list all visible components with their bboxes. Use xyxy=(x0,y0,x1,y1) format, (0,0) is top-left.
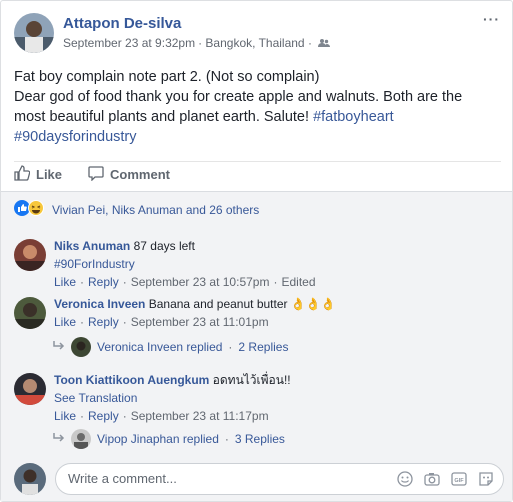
author-avatar[interactable] xyxy=(14,13,54,53)
reactions-names[interactable]: Vivian Pei, Niks Anuman and 26 others xyxy=(52,203,259,217)
comments-section: Vivian Pei, Niks Anuman and 26 others Ni… xyxy=(1,191,512,501)
comment-item: Veronica Inveen Banana and peanut butter… xyxy=(54,295,504,331)
comment-timestamp[interactable]: September 23 at 11:17pm xyxy=(131,407,269,425)
post-text-line1: Fat boy complain note part 2. (Not so co… xyxy=(14,69,320,85)
ok-hand-emoji: 👌👌👌 xyxy=(290,297,336,311)
like-button[interactable]: Like xyxy=(14,165,63,184)
sticker-icon[interactable] xyxy=(477,470,495,488)
comment-button[interactable]: Comment xyxy=(88,166,170,183)
comment-hashtag[interactable]: #90ForIndustry xyxy=(54,255,504,273)
post-card: Attapon De-silva September 23 at 9:32pm … xyxy=(0,0,513,502)
like-label: Like xyxy=(36,167,63,182)
replies-author[interactable]: Vipop Jinaphan replied xyxy=(97,432,219,446)
comment-input[interactable] xyxy=(68,471,368,486)
composer-icons: GIF xyxy=(396,470,495,488)
reply-arrow-icon xyxy=(53,340,65,354)
post-text: Fat boy complain note part 2. (Not so co… xyxy=(14,67,504,147)
reply-avatar xyxy=(71,429,91,449)
comment-body: Niks Anuman 87 days left xyxy=(54,237,504,255)
thumbs-up-icon xyxy=(14,165,31,184)
comment-author[interactable]: Toon Kiattikoon Auengkum xyxy=(54,373,209,387)
comment-icon xyxy=(88,165,104,184)
comment-text: อดทนไว้เพื่อน!! xyxy=(209,373,291,387)
haha-reaction-icon xyxy=(28,200,44,219)
friends-icon[interactable] xyxy=(317,38,330,48)
comment-like-link[interactable]: Like xyxy=(54,273,76,291)
hashtag-fatboyheart[interactable]: #fatboyheart xyxy=(313,109,394,125)
comment-author[interactable]: Veronica Inveen xyxy=(54,297,145,311)
comment-like-link[interactable]: Like xyxy=(54,313,76,331)
comment-composer[interactable]: GIF xyxy=(55,463,504,495)
comment-reply-link[interactable]: Reply xyxy=(88,313,119,331)
comment-actions: Like · Reply · September 23 at 11:17pm xyxy=(54,407,269,425)
post-timestamp[interactable]: September 23 at 9:32pm xyxy=(63,36,195,50)
more-options-button[interactable]: ··· xyxy=(483,11,500,27)
comment-label: Comment xyxy=(110,167,170,182)
see-translation-link[interactable]: See Translation xyxy=(54,389,504,407)
comment-reply-link[interactable]: Reply xyxy=(88,273,119,291)
post-meta: September 23 at 9:32pm · Bangkok, Thaila… xyxy=(63,36,330,50)
current-user-avatar xyxy=(14,463,46,495)
comment-reply-link[interactable]: Reply xyxy=(88,407,119,425)
post-location[interactable]: · Bangkok, Thailand · xyxy=(198,36,312,50)
replies-link[interactable]: Vipop Jinaphan replied · 3 Replies xyxy=(53,429,285,449)
comment-timestamp[interactable]: September 23 at 10:57pm xyxy=(131,273,270,291)
commenter-avatar[interactable] xyxy=(14,239,46,271)
post-text-line2: Dear god of food thank you for create ap… xyxy=(14,89,463,105)
replies-count[interactable]: 3 Replies xyxy=(235,432,285,446)
comment-item: Toon Kiattikoon Auengkum อดทนไว้เพื่อน!!… xyxy=(54,371,504,425)
comment-item: Niks Anuman 87 days left #90ForIndustry … xyxy=(54,237,504,291)
comment-author[interactable]: Niks Anuman xyxy=(54,239,130,253)
emoji-icon[interactable] xyxy=(396,470,414,488)
comment-text: 87 days left xyxy=(130,239,195,253)
commenter-avatar[interactable] xyxy=(14,297,46,329)
author-name[interactable]: Attapon De-silva xyxy=(63,15,181,32)
gif-icon[interactable]: GIF xyxy=(450,470,468,488)
camera-icon[interactable] xyxy=(423,470,441,488)
post-text-line3: most beautiful plants and planet earth. … xyxy=(14,109,394,125)
comment-edited[interactable]: Edited xyxy=(281,273,315,291)
comment-body: Toon Kiattikoon Auengkum อดทนไว้เพื่อน!! xyxy=(54,371,504,389)
comment-actions: Like · Reply · September 23 at 10:57pm · Ed… xyxy=(54,273,316,291)
comment-body: Veronica Inveen Banana and peanut butter… xyxy=(54,295,504,313)
reply-avatar xyxy=(71,337,91,357)
reply-arrow-icon xyxy=(53,432,65,446)
replies-author[interactable]: Veronica Inveen replied xyxy=(97,340,222,354)
hashtag-90daysforindustry[interactable]: #90daysforindustry xyxy=(14,127,504,147)
action-bar: Like Comment xyxy=(14,161,501,183)
comment-actions: Like · Reply · September 23 at 11:01pm xyxy=(54,313,269,331)
reactions-summary[interactable]: Vivian Pei, Niks Anuman and 26 others xyxy=(14,200,259,219)
svg-text:GIF: GIF xyxy=(454,478,464,484)
comment-timestamp[interactable]: September 23 at 11:01pm xyxy=(131,313,269,331)
replies-link[interactable]: Veronica Inveen replied · 2 Replies xyxy=(53,337,288,357)
commenter-avatar[interactable] xyxy=(14,373,46,405)
comment-like-link[interactable]: Like xyxy=(54,407,76,425)
comment-text: Banana and peanut butter xyxy=(145,297,291,311)
replies-count[interactable]: 2 Replies xyxy=(238,340,288,354)
